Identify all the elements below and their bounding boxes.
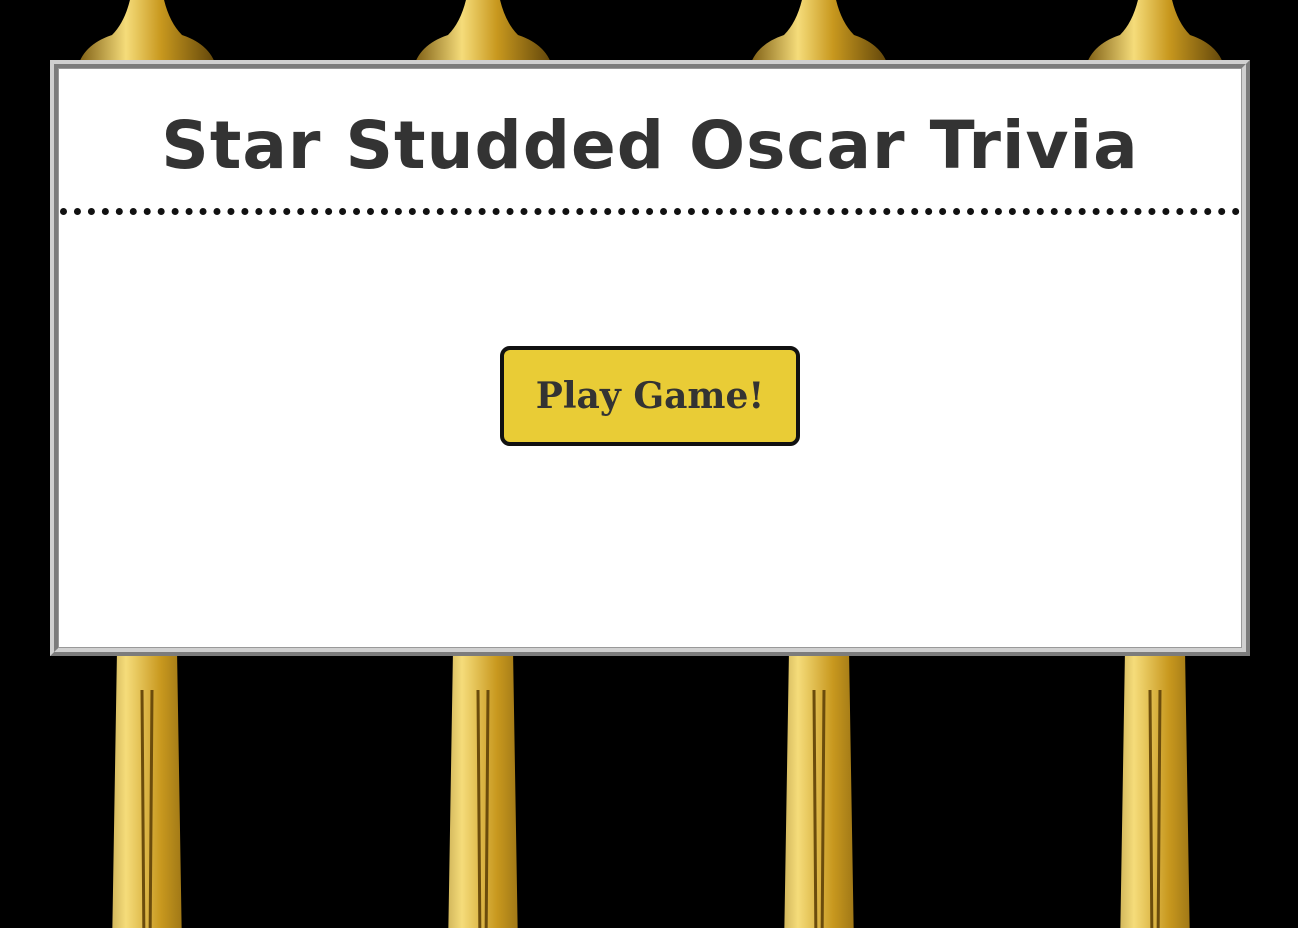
page-background: Star Studded Oscar Trivia Play Game! <box>0 0 1298 928</box>
play-game-button[interactable]: Play Game! <box>500 346 800 446</box>
game-panel: Star Studded Oscar Trivia Play Game! <box>50 60 1250 656</box>
title-divider <box>60 208 1240 215</box>
page-title: Star Studded Oscar Trivia <box>161 107 1139 184</box>
